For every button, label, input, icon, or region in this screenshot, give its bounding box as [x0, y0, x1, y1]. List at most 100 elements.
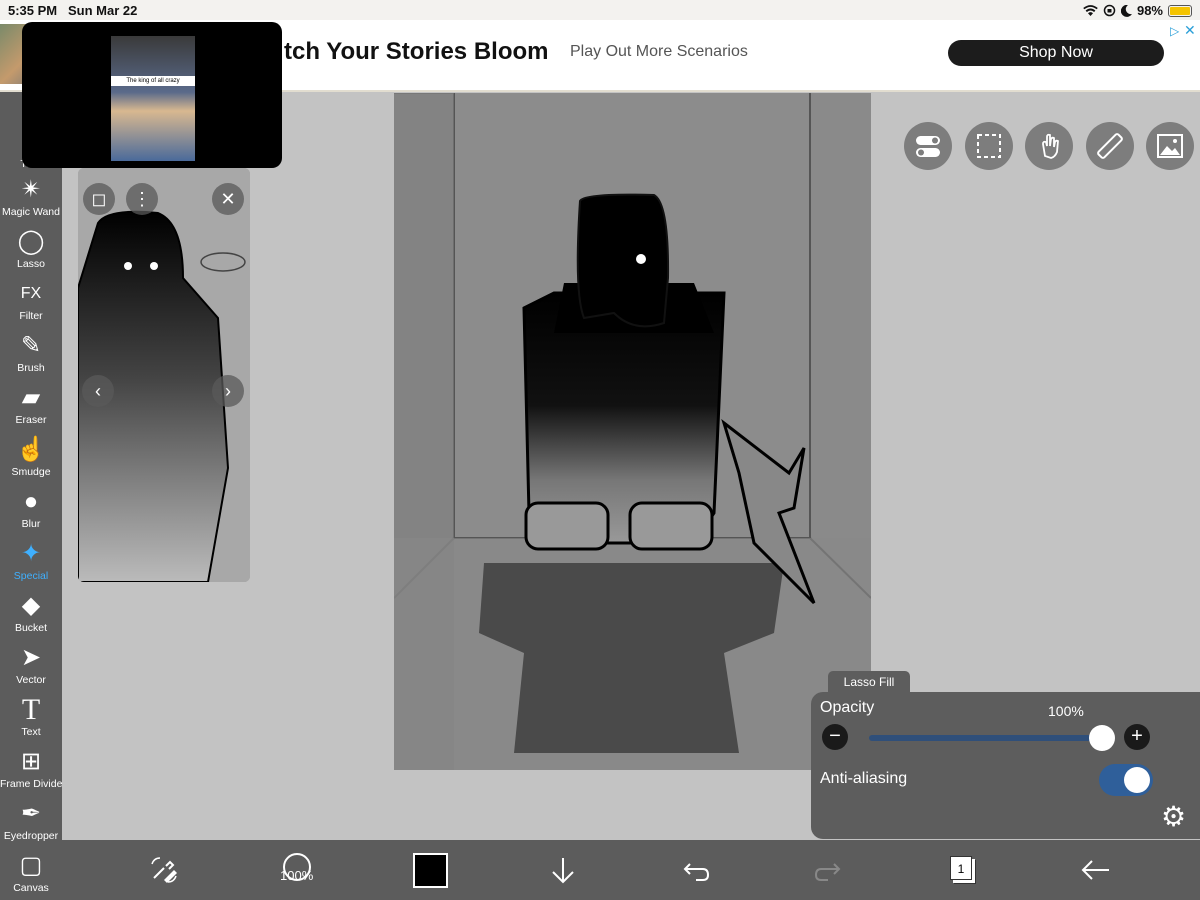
brush-icon: ✎ — [20, 332, 42, 359]
ruler-button[interactable] — [1086, 122, 1134, 170]
reference-more-button[interactable]: ⋮ — [126, 183, 158, 215]
tool-label: Eraser — [15, 414, 47, 426]
brush-size-value: 100% — [280, 868, 314, 883]
toggle-panel-button[interactable] — [904, 122, 952, 170]
fx-icon: FX — [20, 285, 42, 302]
undo-button[interactable] — [676, 850, 716, 890]
color-swatch[interactable] — [413, 853, 448, 888]
selection-button[interactable] — [965, 122, 1013, 170]
tool-label: Bucket — [14, 622, 48, 634]
brush-eraser-swap-icon — [151, 857, 177, 883]
ad-subline[interactable]: Play Out More Scenarios — [570, 43, 748, 61]
toggles-icon — [916, 136, 940, 157]
vector-icon: ➤ — [20, 644, 42, 671]
opacity-increase-button[interactable]: + — [1124, 724, 1150, 750]
frame-divider-icon: ⊞ — [20, 748, 42, 775]
tool-label: Filter — [19, 310, 43, 322]
app-root: 5:35 PM Sun Mar 22 98% tch Your Stories … — [0, 0, 1200, 900]
opacity-slider[interactable] — [869, 725, 1115, 751]
tool-sidebar: ◂Tran✴Magic Wand◯LassoFXFilter✎Brush▰Era… — [0, 92, 66, 900]
antialiasing-toggle-knob — [1124, 767, 1150, 793]
tool-canvas[interactable]: ▢ Canvas — [0, 850, 62, 900]
gear-icon[interactable]: ⚙ — [1161, 800, 1186, 833]
wifi-icon — [1083, 4, 1098, 16]
tool-bucket[interactable]: ◆ Bucket — [0, 590, 62, 642]
reference-window[interactable]: ◻ ⋮ ✕ ‹ › — [78, 168, 250, 582]
tool-lasso[interactable]: ◯ Lasso — [0, 226, 62, 278]
tool-label: Magic Wand — [2, 206, 60, 218]
special-icon: ✦ — [20, 540, 42, 567]
reference-close-button[interactable]: ✕ — [212, 183, 244, 215]
text-icon: T — [21, 693, 41, 726]
status-right: 98% — [1083, 3, 1192, 18]
opacity-value: 100% — [1048, 703, 1084, 719]
reference-next-button[interactable]: › — [212, 375, 244, 407]
tool-special[interactable]: ✦ Special — [0, 538, 62, 590]
canvas-icon: ▢ — [19, 852, 43, 879]
tool-vector[interactable]: ➤ Vector — [0, 642, 62, 694]
tool-label: Canvas — [13, 882, 49, 894]
eraser-icon: ▰ — [21, 384, 41, 411]
arrow-left-icon — [1081, 860, 1109, 880]
lasso-icon: ◯ — [17, 228, 45, 255]
smudge-icon: ☝ — [16, 436, 46, 463]
tool-magic-wand[interactable]: ✴ Magic Wand — [0, 174, 62, 226]
tool-eyedropper[interactable]: ✒ Eyedropper — [0, 798, 62, 850]
undo-icon — [683, 863, 710, 881]
back-button[interactable] — [1076, 850, 1116, 890]
arrow-down-icon — [552, 858, 574, 884]
antialiasing-label: Anti-aliasing — [820, 770, 908, 787]
layers-button[interactable]: 1 — [950, 856, 972, 880]
quick-swap-button[interactable] — [144, 850, 184, 890]
tool-label: Smudge — [11, 466, 51, 478]
moon-icon — [1120, 4, 1132, 17]
tool-label: Special — [13, 570, 49, 582]
tool-brush[interactable]: ✎ Brush — [0, 330, 62, 382]
tool-label: Blur — [21, 518, 41, 530]
hand-icon — [1042, 133, 1059, 159]
reference-prev-button[interactable]: ‹ — [82, 375, 114, 407]
pip-video-frame — [111, 36, 195, 161]
opacity-label: Opacity — [820, 699, 875, 716]
antialiasing-toggle[interactable] — [1099, 764, 1153, 796]
tool-smudge[interactable]: ☝ Smudge — [0, 434, 62, 486]
lasso-fill-tab[interactable]: Lasso Fill — [828, 671, 910, 693]
tool-label: Vector — [16, 674, 46, 686]
image-button[interactable] — [1146, 122, 1194, 170]
bottom-toolbar: 100% 1 — [62, 840, 1200, 900]
status-bar: 5:35 PM Sun Mar 22 98% — [0, 0, 1200, 20]
pip-video[interactable]: The king of all crazy — [22, 22, 282, 168]
close-icon[interactable]: ✕ — [1184, 22, 1196, 39]
opacity-slider-knob[interactable] — [1089, 725, 1115, 751]
tool-frame-divider[interactable]: ⊞ Frame Divider — [0, 746, 66, 798]
opacity-decrease-button[interactable]: − — [822, 724, 848, 750]
tool-blur[interactable]: ● Blur — [0, 486, 62, 538]
tool-label: Text — [21, 726, 41, 738]
status-date: Sun Mar 22 — [68, 3, 138, 18]
artwork-drawing — [394, 93, 871, 770]
orientation-lock-icon — [1103, 4, 1116, 17]
redo-button[interactable] — [808, 850, 848, 890]
gesture-button[interactable] — [1025, 122, 1073, 170]
reference-frame-button[interactable]: ◻ — [83, 183, 115, 215]
bucket-icon: ◆ — [21, 592, 41, 619]
ruler-icon — [1097, 133, 1123, 159]
lasso-fill-panel: Opacity 100% − + Anti-aliasing ⚙ — [811, 692, 1200, 839]
tool-text[interactable]: T Text — [0, 694, 62, 746]
blur-icon: ● — [23, 488, 39, 515]
tool-label: Eyedropper — [3, 830, 59, 842]
image-icon — [1157, 134, 1183, 158]
battery-percent: 98% — [1136, 3, 1163, 18]
artwork-canvas[interactable] — [394, 93, 871, 770]
tool-filter[interactable]: FX Filter — [0, 278, 62, 330]
shop-now-button[interactable]: Shop Now — [948, 40, 1164, 66]
magic-wand-icon: ✴ — [20, 176, 42, 203]
eyedropper-icon: ✒ — [20, 800, 42, 827]
pip-caption: The king of all crazy — [111, 76, 195, 86]
tool-label: Brush — [17, 362, 45, 374]
import-button[interactable] — [543, 850, 583, 890]
ad-headline[interactable]: tch Your Stories Bloom — [284, 38, 548, 66]
tool-label: Lasso — [16, 258, 46, 270]
adchoices-icon[interactable]: ▷ — [1170, 24, 1179, 38]
tool-eraser[interactable]: ▰ Eraser — [0, 382, 62, 434]
